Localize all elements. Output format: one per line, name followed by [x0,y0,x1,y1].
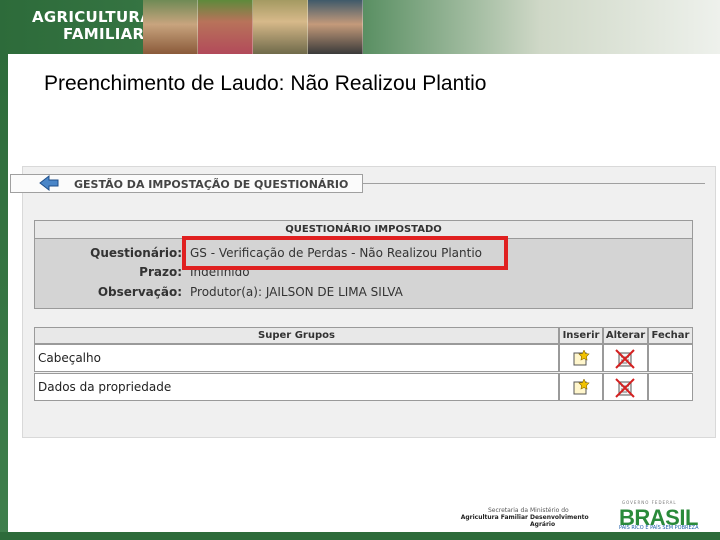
alterar-cell[interactable] [603,344,648,372]
back-arrow-icon[interactable] [38,174,60,192]
slide-title: Preenchimento de Laudo: Não Realizou Pla… [44,72,487,95]
column-header-alterar: Alterar [603,327,648,344]
ministerio-logo: Ministério do Desenvolvimento Agrário [530,507,589,528]
highlight-box [182,236,508,270]
edit-disabled-icon[interactable] [614,377,636,399]
edit-disabled-icon[interactable] [614,348,636,370]
column-header-inserir: Inserir [559,327,603,344]
banner-photos [143,0,363,54]
column-header-fechar: Fechar [648,327,693,344]
observacao-label: Observação: [97,285,182,299]
insert-icon[interactable] [573,350,590,366]
fechar-cell [648,373,693,401]
observacao-value: Produtor(a): JAILSON DE LIMA SILVA [190,285,403,299]
farmer-photo-2 [198,0,253,54]
farmer-photo-1 [143,0,198,54]
column-header-super-grupos: Super Grupos [34,327,559,344]
secretaria-logo: Secretaria da Agricultura Familiar [460,507,528,521]
fechar-cell [648,344,693,372]
brasil-slogan: PAÍS RICO É PAÍS SEM POBREZA [619,525,699,531]
footer-stripe [0,532,720,540]
insert-icon[interactable] [573,379,590,395]
divider [363,183,705,184]
agricultura-familiar-logo: AGRICULTURA FAMILIAR [32,8,153,43]
alterar-cell[interactable] [603,373,648,401]
left-stripe [0,54,8,540]
questionario-label: Questionário: [90,246,182,260]
table-row-name: Dados da propriedade [34,373,559,401]
section-header-title: GESTÃO DA IMPOSTAÇÃO DE QUESTIONÁRIO [74,178,349,191]
farmer-photo-3 [253,0,308,54]
table-row-name: Cabeçalho [34,344,559,372]
inserir-cell[interactable] [559,373,603,401]
inserir-cell[interactable] [559,344,603,372]
farmer-photo-4 [308,0,363,54]
prazo-label: Prazo: [139,265,182,279]
